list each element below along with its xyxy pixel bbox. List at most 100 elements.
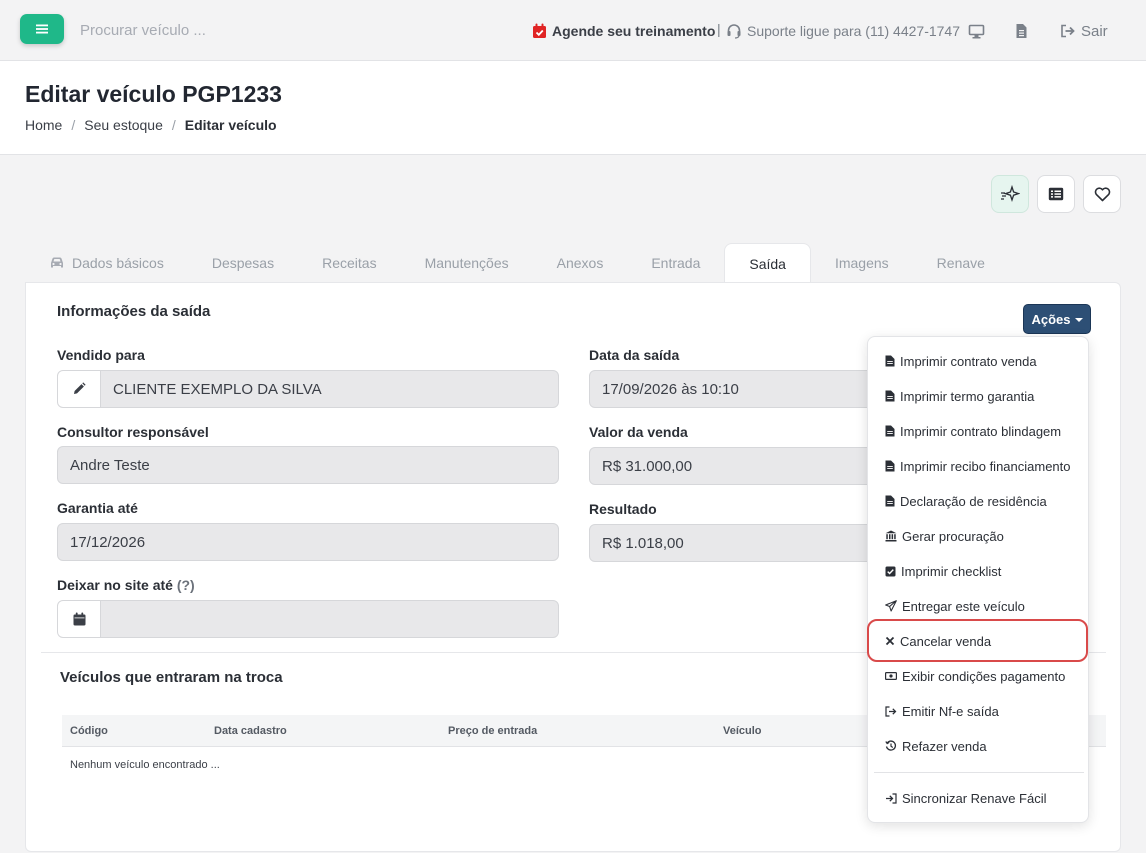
menu-item-label: Imprimir contrato blindagem [900, 423, 1062, 439]
consultant-field[interactable]: Andre Teste [57, 446, 559, 484]
file-icon [885, 425, 895, 437]
tab-saida[interactable]: Saída [724, 243, 811, 283]
menu-item-print-armor-contract[interactable]: Imprimir contrato blindagem [885, 421, 1061, 441]
tab-dados-basicos[interactable]: Dados básicos [25, 243, 188, 283]
tab-receitas[interactable]: Receitas [298, 243, 400, 283]
menu-item-label: Imprimir contrato venda [900, 353, 1037, 369]
car-icon [51, 257, 63, 268]
breadcrumb-separator: / [171, 117, 176, 133]
column-header[interactable]: Data cadastro [214, 725, 287, 737]
menu-item-label: Imprimir termo garantia [900, 388, 1035, 404]
breadcrumb-separator: / [71, 117, 76, 133]
site-until-label: Deixar no site até (?) [57, 577, 195, 593]
result-field[interactable]: R$ 1.018,00 [589, 524, 889, 562]
actions-label: Ações [1031, 311, 1071, 327]
file-icon [885, 495, 895, 507]
result-label: Resultado [589, 501, 657, 517]
tab-entrada[interactable]: Entrada [627, 243, 724, 283]
breadcrumb-current: Editar veículo [184, 117, 277, 133]
warranty-label: Garantia até [57, 500, 138, 516]
sold-to-field[interactable]: CLIENTE EXEMPLO DA SILVA [100, 370, 559, 408]
tab-anexos[interactable]: Anexos [533, 243, 628, 283]
vehicle-tabs: Dados básicos Despesas Receitas Manutenç… [25, 243, 1009, 283]
menu-item-redo-sale[interactable]: Refazer venda [885, 736, 987, 756]
logout-button[interactable]: Sair [1060, 20, 1108, 42]
menu-item-generate-proxy[interactable]: Gerar procuração [885, 526, 1004, 546]
trade-section-title: Veículos que entraram na troca [60, 669, 283, 686]
actions-dropdown-menu: Imprimir contrato venda Imprimir termo g… [867, 336, 1089, 823]
search-input[interactable] [80, 18, 380, 42]
edit-client-button[interactable] [57, 370, 101, 408]
top-bar: Agende seu treinamento | Suporte ligue p… [0, 0, 1146, 61]
menu-item-label: Entregar este veículo [902, 598, 1025, 614]
menu-item-print-financing-receipt[interactable]: Imprimir recibo financiamento [885, 456, 1071, 476]
sale-value-label: Valor da venda [589, 424, 688, 440]
tab-imagens[interactable]: Imagens [811, 243, 913, 283]
card-title: Informações da saída [57, 303, 211, 320]
favorite-button[interactable] [1083, 175, 1121, 213]
warranty-field[interactable]: 17/12/2026 [57, 523, 559, 561]
column-header[interactable]: Veículo [723, 725, 762, 737]
hamburger-icon [36, 24, 48, 34]
tab-renave[interactable]: Renave [913, 243, 1009, 283]
monitor-icon [968, 24, 985, 38]
page-title: Editar veículo PGP1233 [25, 81, 282, 107]
tab-label: Imagens [834, 255, 889, 271]
document-button[interactable] [1015, 20, 1033, 42]
menu-item-payment-conditions[interactable]: Exibir condições pagamento [885, 666, 1065, 686]
tab-label: Entrada [651, 255, 701, 271]
monitor-button[interactable] [968, 20, 990, 42]
tab-manutencoes[interactable]: Manutenções [401, 243, 533, 283]
calendar-button[interactable] [57, 600, 101, 638]
column-header[interactable]: Código [70, 725, 108, 737]
menu-item-label: Emitir Nf-e saída [902, 703, 999, 719]
sparkles-icon [1001, 185, 1020, 203]
logout-label: Sair [1081, 22, 1108, 40]
column-header[interactable]: Preço de entrada [448, 725, 537, 737]
pencil-icon [74, 382, 86, 394]
menu-divider [874, 772, 1084, 773]
menu-item-issue-nfe[interactable]: Emitir Nf-e saída [885, 701, 999, 721]
send-icon [885, 600, 897, 612]
list-view-button[interactable] [1037, 175, 1075, 213]
breadcrumb-home[interactable]: Home [25, 117, 62, 133]
heart-icon [1094, 186, 1110, 201]
menu-item-label: Refazer venda [902, 738, 987, 754]
site-until-field[interactable] [100, 600, 559, 638]
ai-assist-button[interactable] [991, 175, 1029, 213]
sale-date-field[interactable]: 17/09/2026 às 10:10 [589, 370, 889, 408]
sign-in-icon [886, 792, 897, 804]
tab-label: Manutenções [424, 255, 509, 271]
table-empty-message: Nenhum veículo encontrado ... [70, 759, 220, 771]
menu-item-sync-renave[interactable]: Sincronizar Renave Fácil [885, 788, 1047, 808]
file-icon [885, 390, 895, 402]
calendar-icon [73, 612, 85, 626]
menu-item-print-sale-contract[interactable]: Imprimir contrato venda [885, 351, 1037, 371]
menu-item-label: Gerar procuração [902, 528, 1004, 544]
tab-despesas[interactable]: Despesas [188, 243, 298, 283]
support-label: Suporte ligue para (11) 4427-1747 [747, 23, 961, 39]
sale-date-label: Data da saída [589, 347, 680, 363]
tab-label: Saída [749, 255, 786, 272]
site-until-text: Deixar no site até [57, 577, 173, 593]
menu-item-residence-declaration[interactable]: Declaração de residência [885, 491, 1047, 511]
topbar-separator: | [717, 21, 721, 37]
breadcrumb: Home / Seu estoque / Editar veículo [25, 117, 277, 133]
menu-item-print-checklist[interactable]: Imprimir checklist [885, 561, 1001, 581]
breadcrumb-stock[interactable]: Seu estoque [84, 117, 163, 133]
document-icon [1016, 24, 1027, 38]
headset-icon [727, 24, 741, 39]
tab-label: Receitas [322, 255, 377, 271]
consultant-label: Consultor responsável [57, 424, 209, 440]
help-tooltip[interactable]: (?) [177, 577, 195, 593]
menu-item-label: Declaração de residência [900, 493, 1047, 509]
support-info: Suporte ligue para (11) 4427-1747 [726, 20, 960, 42]
training-link[interactable]: Agende seu treinamento [532, 20, 715, 42]
menu-item-label: Imprimir checklist [901, 563, 1002, 579]
sign-out-icon [1061, 24, 1075, 38]
menu-item-deliver-vehicle[interactable]: Entregar este veículo [885, 596, 1025, 616]
actions-dropdown-button[interactable]: Ações [1023, 304, 1091, 334]
menu-toggle-button[interactable] [20, 14, 64, 44]
sale-value-field[interactable]: R$ 31.000,00 [589, 447, 889, 485]
menu-item-print-warranty[interactable]: Imprimir termo garantia [885, 386, 1034, 406]
